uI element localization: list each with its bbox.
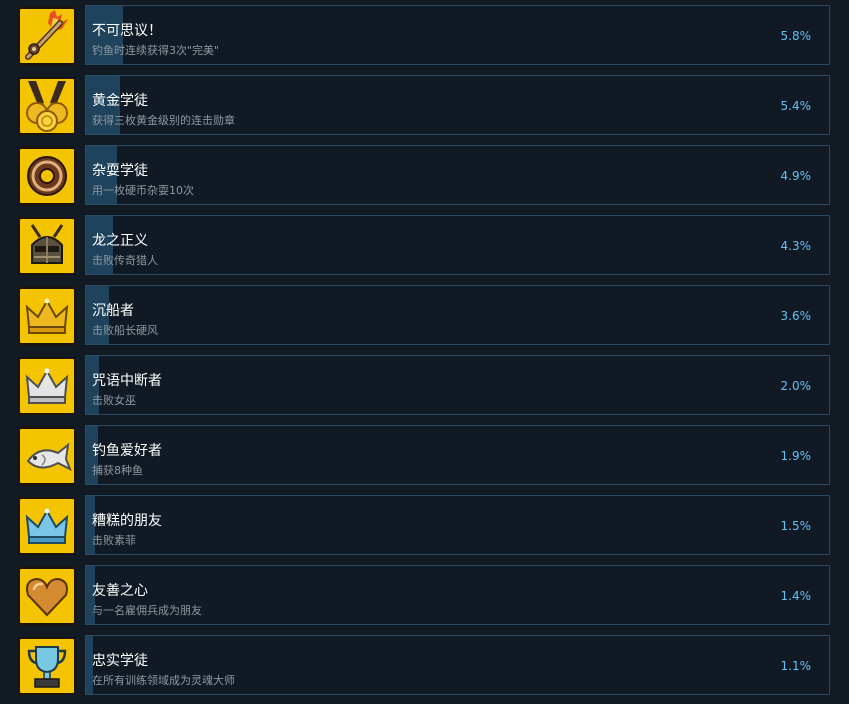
- achievement-row[interactable]: 糟糕的朋友击败素菲 1.5%: [0, 495, 849, 557]
- achievement-description: 在所有训练领域成为灵魂大师: [92, 674, 235, 687]
- achievement-row[interactable]: 钓鱼爱好者捕获8种鱼 1.9%: [0, 425, 849, 487]
- achievement-list: 不可思议！ 钓鱼时连续获得3次"完美" 5.8% 黄金学徒获得三枚黄金级别的连击勋章 5…: [0, 0, 849, 704]
- trophy-icon: [18, 637, 76, 695]
- achievement-description: 击败女巫: [92, 394, 136, 407]
- achievement-row[interactable]: 黄金学徒获得三枚黄金级别的连击勋章 5.4%: [0, 75, 849, 137]
- achievement-row[interactable]: 杂耍学徒用一枚硬币杂耍10次 4.9%: [0, 145, 849, 207]
- achievement-description: 捕获8种鱼: [92, 464, 143, 477]
- achievement-card: 龙之正义击败传奇猎人 4.3%: [85, 215, 830, 275]
- achievement-description: 击败传奇猎人: [92, 254, 158, 267]
- achievement-description: 击败素菲: [92, 534, 136, 547]
- achievement-title: 咒语中断者: [92, 373, 162, 389]
- coin-icon: [18, 147, 76, 205]
- achievement-title: 黄金学徒: [92, 93, 148, 109]
- achievement-card: 钓鱼爱好者捕获8种鱼 1.9%: [85, 425, 830, 485]
- achievement-title: 友善之心: [92, 583, 148, 599]
- achievement-title: 龙之正义: [92, 233, 148, 249]
- unlock-percentage: 4.9%: [780, 169, 812, 183]
- achievement-description: 与一名雇佣兵成为朋友: [92, 604, 202, 617]
- achievement-title: 杂耍学徒: [92, 163, 148, 179]
- achievement-title: 沉船者: [92, 303, 134, 319]
- achievement-description: 钓鱼时连续获得3次"完美": [92, 44, 220, 57]
- unlock-percentage: 1.5%: [780, 519, 812, 533]
- achievement-title: 钓鱼爱好者: [92, 443, 162, 459]
- gold-heart-icon: [18, 567, 76, 625]
- unlock-percentage: 5.8%: [780, 29, 812, 43]
- achievement-card: 糟糕的朋友击败素菲 1.5%: [85, 495, 830, 555]
- achievement-card: 友善之心与一名雇佣兵成为朋友 1.4%: [85, 565, 830, 625]
- unlock-percentage: 1.9%: [780, 449, 812, 463]
- achievement-card: 沉船者击败船长硬风 3.6%: [85, 285, 830, 345]
- achievement-card: 不可思议！ 钓鱼时连续获得3次"完美" 5.8%: [85, 5, 830, 65]
- blue-crown-icon: [18, 497, 76, 555]
- unlock-percentage: 1.1%: [780, 659, 812, 673]
- achievement-description: 击败船长硬风: [92, 324, 158, 337]
- fishing-rod-flame-icon: [18, 7, 76, 65]
- achievement-row[interactable]: 咒语中断者击败女巫 2.0%: [0, 355, 849, 417]
- achievement-row[interactable]: 沉船者击败船长硬风 3.6%: [0, 285, 849, 347]
- silver-crown-icon: [18, 357, 76, 415]
- achievement-description: 获得三枚黄金级别的连击勋章: [92, 114, 235, 127]
- achievement-title: 忠实学徒: [92, 653, 148, 669]
- achievement-row[interactable]: 不可思议！ 钓鱼时连续获得3次"完美" 5.8%: [0, 5, 849, 67]
- unlock-percentage: 2.0%: [780, 379, 812, 393]
- hunter-helmet-icon: [18, 217, 76, 275]
- gold-medals-icon: [18, 77, 76, 135]
- unlock-percentage: 4.3%: [780, 239, 812, 253]
- achievement-row[interactable]: 忠实学徒在所有训练领域成为灵魂大师 1.1%: [0, 635, 849, 697]
- gold-crown-icon: [18, 287, 76, 345]
- achievement-row[interactable]: 友善之心与一名雇佣兵成为朋友 1.4%: [0, 565, 849, 627]
- achievement-title: 不可思议！: [92, 23, 162, 39]
- unlock-percentage: 1.4%: [780, 589, 812, 603]
- achievement-card: 咒语中断者击败女巫 2.0%: [85, 355, 830, 415]
- unlock-percentage: 5.4%: [780, 99, 812, 113]
- achievement-card: 黄金学徒获得三枚黄金级别的连击勋章 5.4%: [85, 75, 830, 135]
- achievement-row[interactable]: 龙之正义击败传奇猎人 4.3%: [0, 215, 849, 277]
- achievement-card: 杂耍学徒用一枚硬币杂耍10次 4.9%: [85, 145, 830, 205]
- unlock-percentage: 3.6%: [780, 309, 812, 323]
- achievement-title: 糟糕的朋友: [92, 513, 162, 529]
- achievement-card: 忠实学徒在所有训练领域成为灵魂大师 1.1%: [85, 635, 830, 695]
- fish-icon: [18, 427, 76, 485]
- achievement-description: 用一枚硬币杂耍10次: [92, 184, 194, 197]
